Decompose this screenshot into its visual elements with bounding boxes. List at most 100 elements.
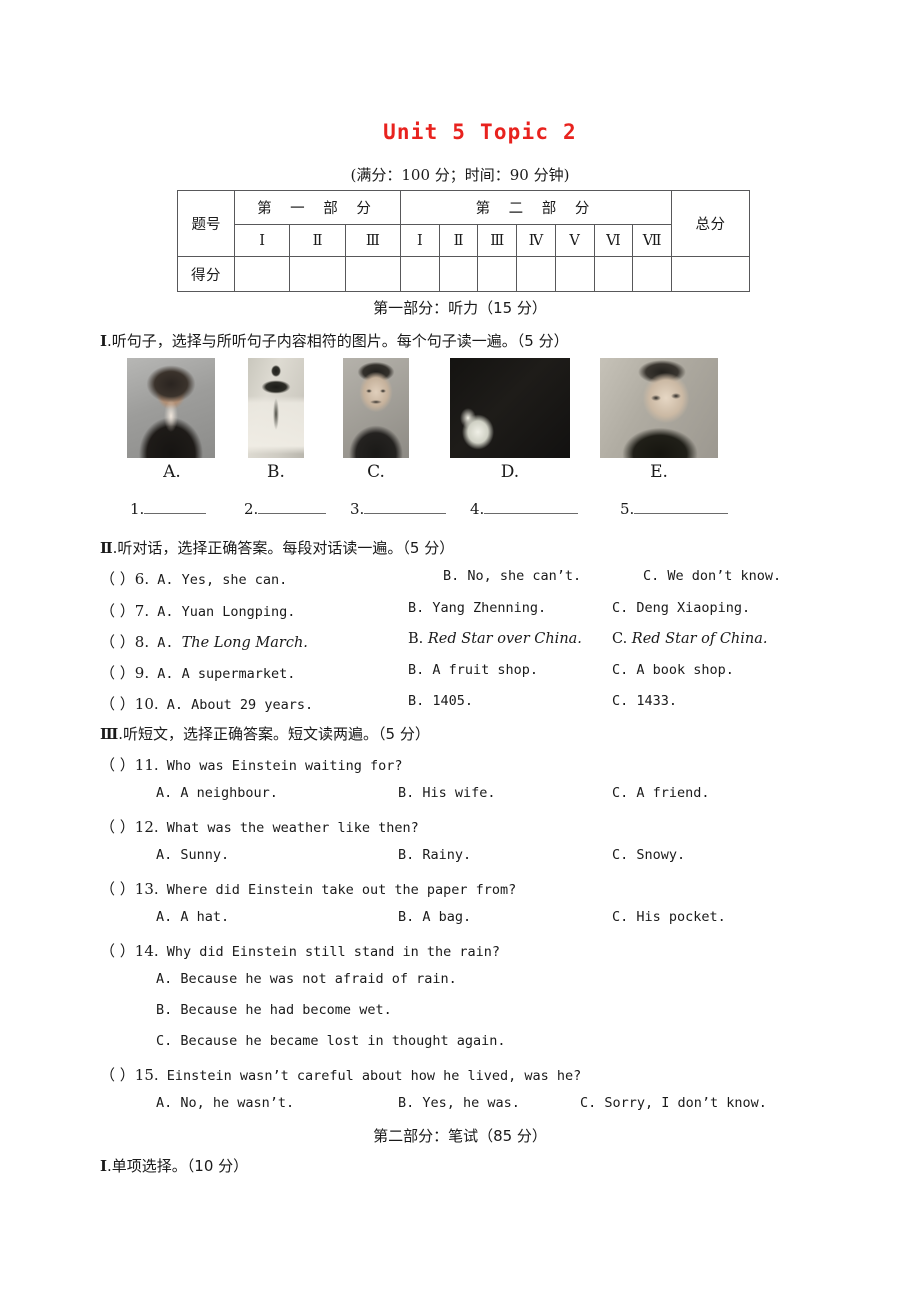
question-6-option-c[interactable]: C. We don’t know. bbox=[643, 568, 781, 584]
answer-blank-1[interactable]: 1. bbox=[130, 500, 207, 518]
picture-option-b[interactable]: B. bbox=[248, 358, 304, 482]
question-14-option-c[interactable]: C. Because he became lost in thought aga… bbox=[156, 1033, 506, 1049]
answer-blank-3-line[interactable] bbox=[364, 500, 447, 514]
score-cell[interactable] bbox=[593, 256, 634, 292]
question-15-option-b[interactable]: B. Yes, he was. bbox=[398, 1095, 520, 1111]
question-9-option-b[interactable]: B. A fruit shop. bbox=[408, 662, 538, 678]
question-9[interactable]: （ ）9. A. A supermarket. bbox=[100, 662, 295, 683]
answer-blank-3[interactable]: 3. bbox=[350, 500, 447, 518]
score-table-p2-item-7: Ⅶ bbox=[632, 224, 672, 257]
question-9-option-c[interactable]: C. A book shop. bbox=[612, 662, 734, 678]
question-8-option-c-title[interactable]: Red Star of China. bbox=[632, 631, 768, 647]
question-14-option-b[interactable]: B. Because he had become wet. bbox=[156, 1002, 392, 1018]
question-7-option-c[interactable]: C. Deng Xiaoping. bbox=[612, 600, 750, 616]
question-13-stem: Where did Einstein take out the paper fr… bbox=[166, 882, 517, 898]
answer-blanks-row: 1. 2. 3. 4. 5. bbox=[0, 500, 920, 526]
picture-option-c[interactable]: C. bbox=[343, 358, 409, 482]
answer-blank-1-line[interactable] bbox=[144, 500, 207, 514]
question-14-option-a[interactable]: A. Because he was not afraid of rain. bbox=[156, 971, 457, 987]
answer-blank-4-line[interactable] bbox=[484, 500, 579, 514]
question-7[interactable]: （ ）7. A. Yuan Longping. bbox=[100, 600, 295, 621]
question-8-checkbox[interactable]: （ ） bbox=[100, 633, 135, 651]
question-13-option-b[interactable]: B. A bag. bbox=[398, 909, 471, 925]
section-3-instruction: Ⅲ.听短文，选择正确答案。短文读两遍。（5 分） bbox=[100, 723, 430, 744]
question-9-option-a[interactable]: A. A supermarket. bbox=[157, 666, 295, 682]
question-7-checkbox[interactable]: （ ） bbox=[100, 602, 135, 620]
question-14-checkbox[interactable]: （ ） bbox=[100, 942, 135, 960]
question-6-option-a[interactable]: A. Yes, she can. bbox=[157, 572, 287, 588]
question-10-option-c[interactable]: C. 1433. bbox=[612, 693, 677, 709]
question-10-option-b[interactable]: B. 1405. bbox=[408, 693, 473, 709]
question-11-stem: Who was Einstein waiting for? bbox=[166, 758, 403, 774]
answer-blank-4[interactable]: 4. bbox=[470, 500, 579, 518]
question-8-option-b[interactable]: B. Red Star over China. bbox=[408, 631, 582, 647]
question-11-number: 11. bbox=[134, 756, 159, 774]
picture-option-d[interactable]: D. bbox=[450, 358, 570, 482]
score-cell[interactable] bbox=[516, 256, 556, 292]
question-13-option-a[interactable]: A. A hat. bbox=[156, 909, 229, 925]
score-cell-total[interactable] bbox=[671, 256, 750, 292]
answer-blank-2-line[interactable] bbox=[258, 500, 327, 514]
answer-blank-5[interactable]: 5. bbox=[620, 500, 729, 518]
question-12-checkbox[interactable]: （ ） bbox=[100, 818, 135, 836]
question-13[interactable]: （ ）13. Where did Einstein take out the p… bbox=[100, 878, 516, 899]
question-6-checkbox[interactable]: （ ） bbox=[100, 570, 135, 588]
answer-blank-2[interactable]: 2. bbox=[244, 500, 327, 518]
score-table-p2-item-6: Ⅵ bbox=[593, 224, 634, 257]
question-11-checkbox[interactable]: （ ） bbox=[100, 756, 135, 774]
question-8-option-a-title[interactable]: The Long March. bbox=[182, 635, 308, 651]
question-8-option-c[interactable]: C. Red Star of China. bbox=[612, 631, 768, 647]
portrait-photo-e-image bbox=[600, 358, 718, 458]
question-7-option-a[interactable]: A. Yuan Longping. bbox=[157, 604, 295, 620]
picture-option-e[interactable]: E. bbox=[600, 358, 718, 482]
question-13-option-c[interactable]: C. His pocket. bbox=[612, 909, 726, 925]
question-15-option-a[interactable]: A. No, he wasn’t. bbox=[156, 1095, 294, 1111]
question-12-option-b[interactable]: B. Rainy. bbox=[398, 847, 471, 863]
question-15-option-c[interactable]: C. Sorry, I don’t know. bbox=[580, 1095, 767, 1111]
question-13-checkbox[interactable]: （ ） bbox=[100, 880, 135, 898]
picture-option-a[interactable]: A. bbox=[127, 358, 217, 482]
question-14[interactable]: （ ）14. Why did Einstein still stand in t… bbox=[100, 940, 500, 961]
portrait-photo-b-image bbox=[248, 358, 304, 458]
question-9-checkbox[interactable]: （ ） bbox=[100, 664, 135, 682]
answer-blank-5-number: 5. bbox=[620, 500, 635, 518]
question-11-option-b[interactable]: B. His wife. bbox=[398, 785, 496, 801]
question-6-option-b[interactable]: B. No, she can’t. bbox=[443, 568, 581, 584]
score-table-row-label-score: 得分 bbox=[177, 256, 235, 292]
page-title: Unit 5 Topic 2 bbox=[383, 120, 577, 144]
picture-options-row: A. B. C. D. E. bbox=[0, 358, 920, 488]
score-cell[interactable] bbox=[554, 256, 595, 292]
score-cell[interactable] bbox=[632, 256, 672, 292]
question-8-option-b-title[interactable]: Red Star over China. bbox=[428, 631, 582, 647]
question-6[interactable]: （ ）6. A. Yes, she can. bbox=[100, 568, 287, 589]
question-11-option-c[interactable]: C. A friend. bbox=[612, 785, 710, 801]
score-table-part2-header: 第 二 部 分 bbox=[400, 190, 672, 225]
question-13-number: 13. bbox=[134, 880, 159, 898]
question-8[interactable]: （ ）8. A. The Long March. bbox=[100, 631, 308, 652]
question-8-number: 8. bbox=[134, 633, 150, 651]
section-3-instruction-text: .听短文，选择正确答案。短文读两遍。（5 分） bbox=[118, 725, 430, 743]
score-cell[interactable] bbox=[477, 256, 518, 292]
score-cell[interactable] bbox=[289, 256, 346, 292]
section-1-instruction-text: .听句子，选择与所听句子内容相符的图片。每个句子读一遍。（5 分） bbox=[107, 332, 569, 350]
question-12[interactable]: （ ）12. What was the weather like then? bbox=[100, 816, 419, 837]
score-table-total-header: 总分 bbox=[671, 190, 750, 257]
score-cell[interactable] bbox=[233, 256, 291, 292]
question-11[interactable]: （ ）11. Who was Einstein waiting for? bbox=[100, 754, 402, 775]
score-table-p2-item-1: Ⅰ bbox=[400, 224, 440, 257]
question-7-option-b[interactable]: B. Yang Zhenning. bbox=[408, 600, 546, 616]
score-cell[interactable] bbox=[400, 256, 440, 292]
score-cell[interactable] bbox=[438, 256, 479, 292]
question-14-stem: Why did Einstein still stand in the rain… bbox=[166, 944, 501, 960]
question-10[interactable]: （ ）10. A. About 29 years. bbox=[100, 693, 313, 714]
score-cell[interactable] bbox=[344, 256, 402, 292]
section-4-marker: Ⅰ bbox=[100, 1157, 108, 1175]
question-11-option-a[interactable]: A. A neighbour. bbox=[156, 785, 278, 801]
answer-blank-5-line[interactable] bbox=[634, 500, 729, 514]
question-12-option-c[interactable]: C. Snowy. bbox=[612, 847, 685, 863]
question-15[interactable]: （ ）15. Einstein wasn’t careful about how… bbox=[100, 1064, 581, 1085]
question-12-option-a[interactable]: A. Sunny. bbox=[156, 847, 229, 863]
question-10-option-a[interactable]: A. About 29 years. bbox=[167, 697, 313, 713]
question-10-checkbox[interactable]: （ ） bbox=[100, 695, 135, 713]
question-15-checkbox[interactable]: （ ） bbox=[100, 1066, 135, 1084]
